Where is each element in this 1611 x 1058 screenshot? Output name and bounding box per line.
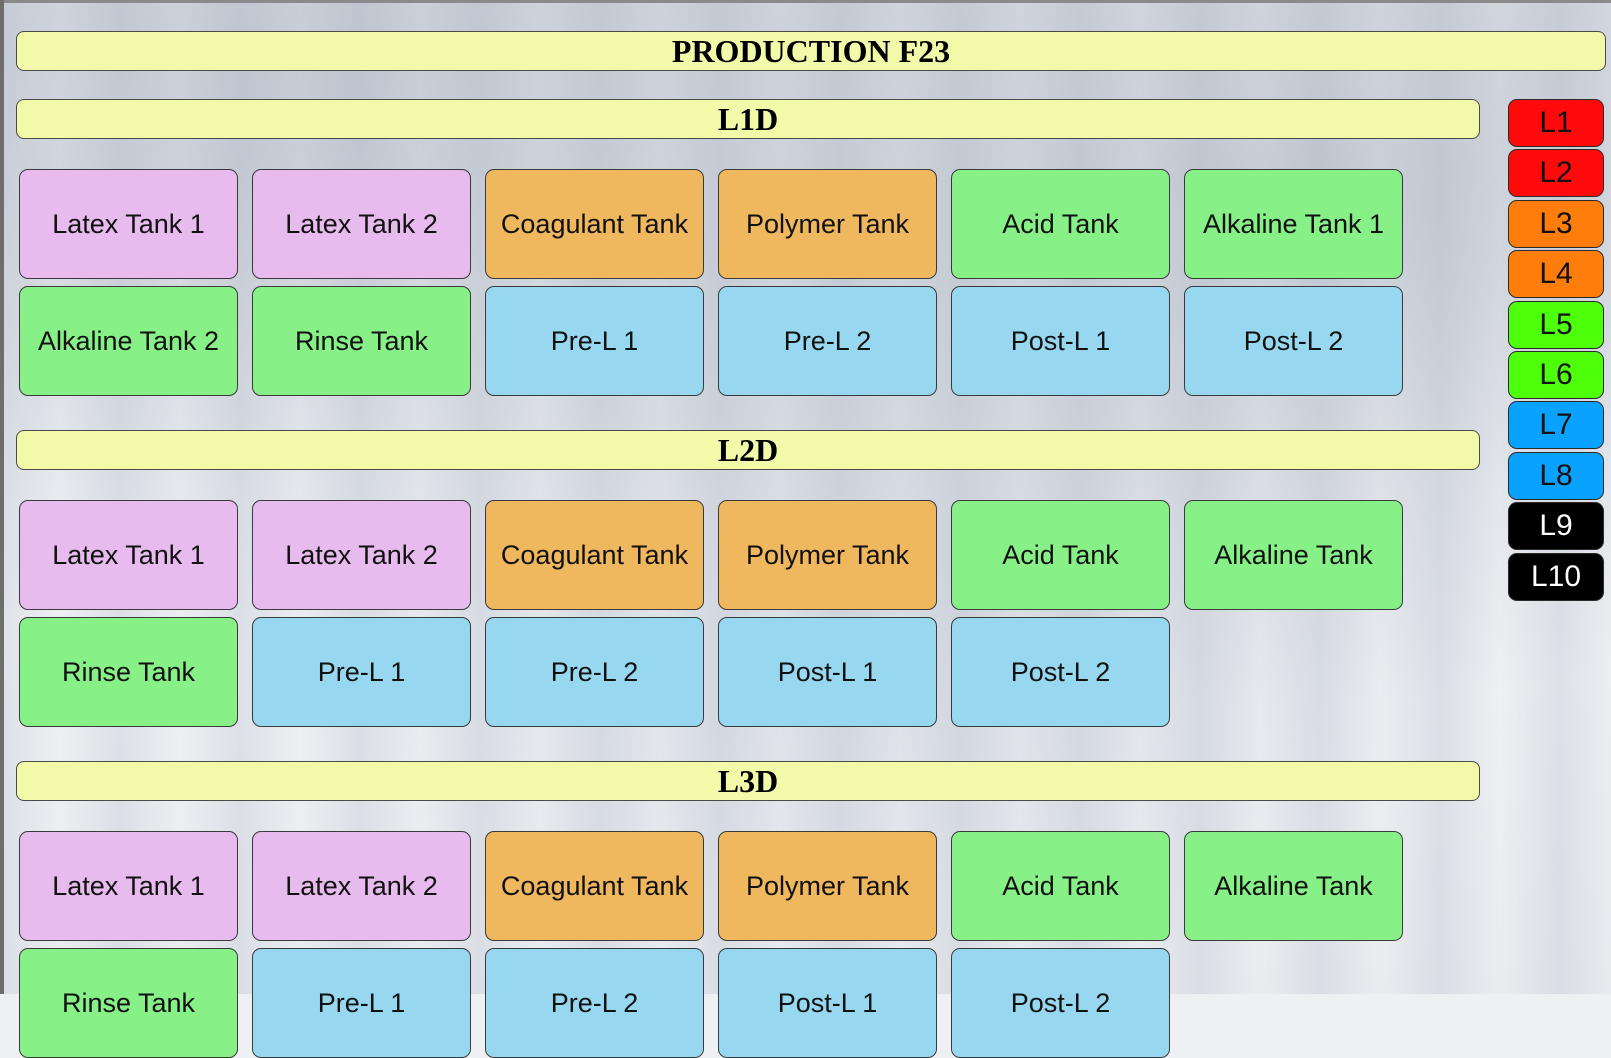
tank-button-l2d-latex-tank-1[interactable]: Latex Tank 1 — [19, 500, 238, 610]
tank-button-l2d-alkaline-tank[interactable]: Alkaline Tank — [1184, 500, 1403, 610]
line-button-l5[interactable]: L5 — [1508, 300, 1604, 349]
line-button-l7[interactable]: L7 — [1508, 401, 1604, 450]
tank-button-l1d-coagulant-tank[interactable]: Coagulant Tank — [485, 169, 704, 279]
tank-button-l3d-polymer-tank[interactable]: Polymer Tank — [718, 831, 937, 941]
line-button-l4[interactable]: L4 — [1508, 250, 1604, 299]
tank-button-l1d-post-l-2[interactable]: Post-L 2 — [1184, 286, 1403, 396]
tank-button-l3d-rinse-tank[interactable]: Rinse Tank — [19, 948, 238, 1058]
tank-button-l1d-polymer-tank[interactable]: Polymer Tank — [718, 169, 937, 279]
section-header-l1d: L1D — [16, 99, 1480, 139]
section-header-l2d: L2D — [16, 430, 1480, 470]
line-button-l6[interactable]: L6 — [1508, 351, 1604, 399]
line-button-l3[interactable]: L3 — [1508, 199, 1604, 248]
tank-button-l1d-pre-l-1[interactable]: Pre-L 1 — [485, 286, 704, 396]
window-top-border — [0, 0, 1611, 3]
page-title: PRODUCTION F23 — [16, 31, 1606, 71]
window-left-border — [0, 0, 4, 994]
tank-button-l1d-post-l-1[interactable]: Post-L 1 — [951, 286, 1170, 396]
tank-button-l3d-pre-l-2[interactable]: Pre-L 2 — [485, 948, 704, 1058]
tank-button-l1d-alkaline-tank-1[interactable]: Alkaline Tank 1 — [1184, 169, 1403, 279]
tank-button-l3d-latex-tank-1[interactable]: Latex Tank 1 — [19, 831, 238, 941]
tank-button-l2d-polymer-tank[interactable]: Polymer Tank — [718, 500, 937, 610]
tank-button-l3d-acid-tank[interactable]: Acid Tank — [951, 831, 1170, 941]
tank-button-l2d-pre-l-1[interactable]: Pre-L 1 — [252, 617, 471, 727]
section-header-l3d: L3D — [16, 761, 1480, 801]
tank-button-l3d-alkaline-tank[interactable]: Alkaline Tank — [1184, 831, 1403, 941]
line-button-l2[interactable]: L2 — [1508, 149, 1604, 198]
tank-button-l2d-post-l-2[interactable]: Post-L 2 — [951, 617, 1170, 727]
tank-button-l1d-pre-l-2[interactable]: Pre-L 2 — [718, 286, 937, 396]
tank-button-l2d-rinse-tank[interactable]: Rinse Tank — [19, 617, 238, 727]
tank-button-l2d-coagulant-tank[interactable]: Coagulant Tank — [485, 500, 704, 610]
tank-button-l3d-latex-tank-2[interactable]: Latex Tank 2 — [252, 831, 471, 941]
tank-button-l1d-acid-tank[interactable]: Acid Tank — [951, 169, 1170, 279]
tank-button-l3d-post-l-1[interactable]: Post-L 1 — [718, 948, 937, 1058]
tank-button-l2d-acid-tank[interactable]: Acid Tank — [951, 500, 1170, 610]
tank-button-l1d-latex-tank-2[interactable]: Latex Tank 2 — [252, 169, 471, 279]
tank-button-l2d-latex-tank-2[interactable]: Latex Tank 2 — [252, 500, 471, 610]
tank-button-l1d-rinse-tank[interactable]: Rinse Tank — [252, 286, 471, 396]
tank-button-l1d-latex-tank-1[interactable]: Latex Tank 1 — [19, 169, 238, 279]
tank-button-l3d-post-l-2[interactable]: Post-L 2 — [951, 948, 1170, 1058]
tank-button-l3d-coagulant-tank[interactable]: Coagulant Tank — [485, 831, 704, 941]
line-button-l8[interactable]: L8 — [1508, 451, 1604, 500]
line-button-l9[interactable]: L9 — [1508, 502, 1604, 551]
tank-button-l3d-pre-l-1[interactable]: Pre-L 1 — [252, 948, 471, 1058]
tank-button-l2d-post-l-1[interactable]: Post-L 1 — [718, 617, 937, 727]
tank-button-l1d-alkaline-tank-2[interactable]: Alkaline Tank 2 — [19, 286, 238, 396]
tank-button-l2d-pre-l-2[interactable]: Pre-L 2 — [485, 617, 704, 727]
line-button-l10[interactable]: L10 — [1508, 552, 1604, 601]
line-button-l1[interactable]: L1 — [1508, 99, 1604, 147]
